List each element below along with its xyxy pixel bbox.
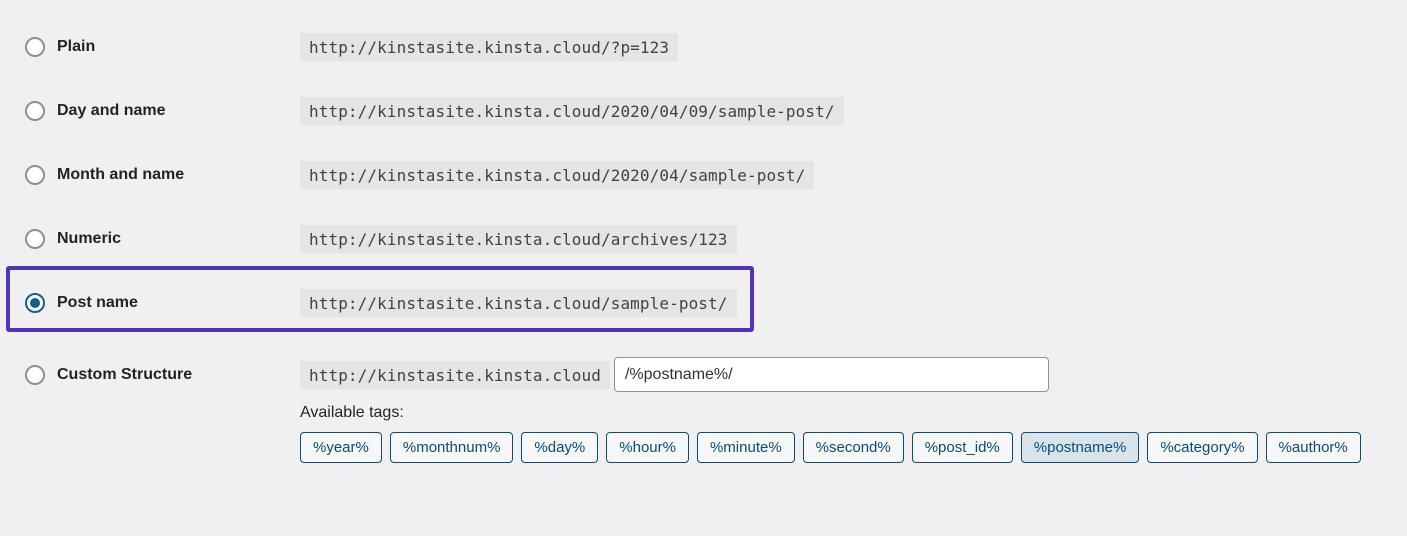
- radio-plain[interactable]: [25, 37, 45, 57]
- option-label: Custom Structure: [57, 366, 192, 384]
- tag-day[interactable]: %day%: [521, 432, 598, 463]
- permalink-option-custom[interactable]: Custom Structure http://kinstasite.kinst…: [0, 335, 1407, 410]
- tag-minute[interactable]: %minute%: [697, 432, 795, 463]
- radio-postname[interactable]: [25, 293, 45, 313]
- url-example: http://kinstasite.kinsta.cloud/archives/…: [300, 225, 737, 253]
- url-example: http://kinstasite.kinsta.cloud/sample-po…: [300, 289, 737, 317]
- tag-button-list: %year% %monthnum% %day% %hour% %minute% …: [300, 432, 1382, 463]
- option-label: Day and name: [57, 102, 165, 120]
- url-example: http://kinstasite.kinsta.cloud/2020/04/s…: [300, 161, 814, 189]
- tag-post-id[interactable]: %post_id%: [912, 432, 1013, 463]
- option-label: Month and name: [57, 166, 184, 184]
- tag-hour[interactable]: %hour%: [606, 432, 689, 463]
- radio-numeric[interactable]: [25, 229, 45, 249]
- tag-year[interactable]: %year%: [300, 432, 382, 463]
- tag-author[interactable]: %author%: [1266, 432, 1361, 463]
- tag-postname[interactable]: %postname%: [1021, 432, 1140, 463]
- permalink-option-numeric[interactable]: Numeric http://kinstasite.kinsta.cloud/a…: [0, 207, 1407, 271]
- custom-prefix: http://kinstasite.kinsta.cloud: [300, 361, 610, 389]
- custom-structure-input[interactable]: [614, 357, 1049, 392]
- url-example: http://kinstasite.kinsta.cloud/?p=123: [300, 33, 678, 61]
- option-label: Plain: [57, 38, 95, 56]
- radio-dayname[interactable]: [25, 101, 45, 121]
- option-label: Numeric: [57, 230, 121, 248]
- tag-monthnum[interactable]: %monthnum%: [390, 432, 514, 463]
- tag-second[interactable]: %second%: [803, 432, 904, 463]
- permalink-option-monthname[interactable]: Month and name http://kinstasite.kinsta.…: [0, 143, 1407, 207]
- tag-category[interactable]: %category%: [1147, 432, 1257, 463]
- permalink-option-plain[interactable]: Plain http://kinstasite.kinsta.cloud/?p=…: [0, 15, 1407, 79]
- radio-custom[interactable]: [25, 365, 45, 385]
- permalink-settings: Plain http://kinstasite.kinsta.cloud/?p=…: [0, 0, 1407, 483]
- permalink-option-dayname[interactable]: Day and name http://kinstasite.kinsta.cl…: [0, 79, 1407, 143]
- permalink-option-postname[interactable]: Post name http://kinstasite.kinsta.cloud…: [0, 271, 1407, 335]
- available-tags-section: Available tags: %year% %monthnum% %day% …: [0, 404, 1407, 463]
- option-label: Post name: [57, 294, 138, 312]
- url-example: http://kinstasite.kinsta.cloud/2020/04/0…: [300, 97, 844, 125]
- radio-monthname[interactable]: [25, 165, 45, 185]
